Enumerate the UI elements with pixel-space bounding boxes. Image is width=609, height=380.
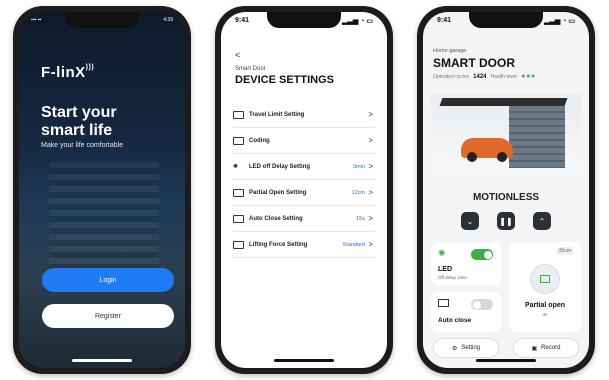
setting-led-off-delay[interactable]: ✺ LED off Delay Setting 3min > [233, 154, 375, 180]
garage-illustration [431, 94, 581, 176]
partial-value-badge: 30cm [555, 247, 574, 255]
home-indicator [274, 359, 334, 362]
chevron-up-icon[interactable]: ⌃ [533, 212, 551, 230]
page-subtitle: Smart Door [235, 66, 266, 72]
tagline: Make your life comfortable [41, 142, 124, 149]
bulb-icon: ✺ [233, 163, 239, 170]
chevron-right-icon: > [368, 136, 373, 145]
led-card[interactable]: ✺ LED Off delay 1min [431, 242, 501, 286]
setting-partial-open[interactable]: Partial Open Setting 12cm > [233, 180, 375, 206]
home-indicator [476, 359, 536, 362]
chevron-right-icon: > [368, 110, 373, 119]
setting-button[interactable]: ⚙ Setting [433, 338, 499, 358]
battery-icon: ▂▃▅ ◔ ▭ [342, 18, 373, 25]
chevron-right-icon: > [368, 240, 373, 249]
signal-icon: ▪▪▪ ▪▪ [31, 17, 42, 23]
back-button[interactable]: < [235, 50, 240, 60]
setting-coding[interactable]: Coding > [233, 128, 375, 154]
auto-close-toggle[interactable] [471, 299, 493, 310]
register-button[interactable]: Register [42, 304, 174, 328]
setting-travel-limit[interactable]: Travel Limit Setting > [233, 102, 375, 128]
status-time: 4:39 [163, 17, 173, 23]
status-time: 9:41 [235, 17, 250, 24]
page-title: SMART DOOR [433, 56, 515, 70]
garage-icon [438, 299, 449, 307]
garage-icon [540, 275, 550, 283]
phone-smart-door: 9:41 ▂▃▅ ◔ ▭ Home garage SMART DOOR Oper… [417, 6, 595, 374]
garage-icon [233, 240, 244, 249]
partial-open-card[interactable]: 30cm Partial open on [509, 242, 581, 332]
wifi-icon: ))) [85, 64, 95, 71]
garage-icon [233, 110, 244, 119]
status-time: 9:41 [437, 17, 452, 24]
smart-door-screen: 9:41 ▂▃▅ ◔ ▭ Home garage SMART DOOR Oper… [423, 12, 589, 368]
garage-roof [439, 98, 568, 106]
location-label: Home garage [433, 48, 467, 54]
auto-close-card[interactable]: Auto close [431, 292, 501, 332]
pause-icon[interactable]: ❚❚ [497, 212, 515, 230]
battery-icon: ▂▃▅ ◔ ▭ [544, 18, 575, 25]
app-showcase: ▪▪▪ ▪▪ 4:39 F-linX))) Start your smart l… [0, 0, 609, 380]
gear-icon: ⚙ [451, 345, 458, 352]
garage-icon [233, 214, 244, 223]
car-wheel [467, 152, 477, 162]
settings-list: Travel Limit Setting > Coding > ✺ LED of… [233, 102, 375, 258]
background-garage-image [49, 162, 159, 272]
record-button[interactable]: ▣ Record [513, 338, 579, 358]
setting-auto-close[interactable]: Auto Close Setting 15s > [233, 206, 375, 232]
status-bar: 9:41 ▂▃▅ ◔ ▭ [423, 17, 589, 25]
led-toggle[interactable] [471, 249, 493, 260]
headline: Start your smart life [41, 104, 117, 139]
app-logo: F-linX))) [41, 64, 95, 81]
page-title: DEVICE SETTINGS [235, 74, 335, 86]
record-icon: ▣ [531, 345, 538, 352]
chevron-right-icon: > [368, 214, 373, 223]
status-bar: ▪▪▪ ▪▪ 4:39 [19, 17, 185, 23]
cycles-value: 1424 [473, 73, 487, 80]
chevron-down-icon[interactable]: ⌄ [461, 212, 479, 230]
status-bar: 9:41 ▂▃▅ ◔ ▭ [221, 17, 387, 25]
chevron-right-icon: > [368, 188, 373, 197]
garage-icon [233, 136, 244, 145]
door-controls: ⌄ ❚❚ ⌃ [423, 212, 589, 230]
garage-icon [233, 188, 244, 197]
bulb-icon: ✺ [438, 248, 446, 258]
garage-door [509, 106, 565, 168]
phone-login: ▪▪▪ ▪▪ 4:39 F-linX))) Start your smart l… [13, 6, 191, 374]
door-state: MOTIONLESS [472, 192, 540, 203]
car-wheel [497, 152, 507, 162]
phone-device-settings: 9:41 ▂▃▅ ◔ ▭ < Smart Door DEVICE SETTING… [215, 6, 393, 374]
chevron-right-icon: > [368, 162, 373, 171]
door-stats: Operated cycles 1424 Health level ★★★ [433, 73, 536, 81]
login-button[interactable]: Login [42, 268, 174, 292]
device-settings-screen: 9:41 ▂▃▅ ◔ ▭ < Smart Door DEVICE SETTING… [221, 12, 387, 368]
login-screen: ▪▪▪ ▪▪ 4:39 F-linX))) Start your smart l… [19, 12, 185, 368]
home-indicator [72, 359, 132, 362]
health-stars: ★★★ [520, 74, 536, 80]
setting-lifting-force[interactable]: Lifting Force Setting Standard > [233, 232, 375, 258]
